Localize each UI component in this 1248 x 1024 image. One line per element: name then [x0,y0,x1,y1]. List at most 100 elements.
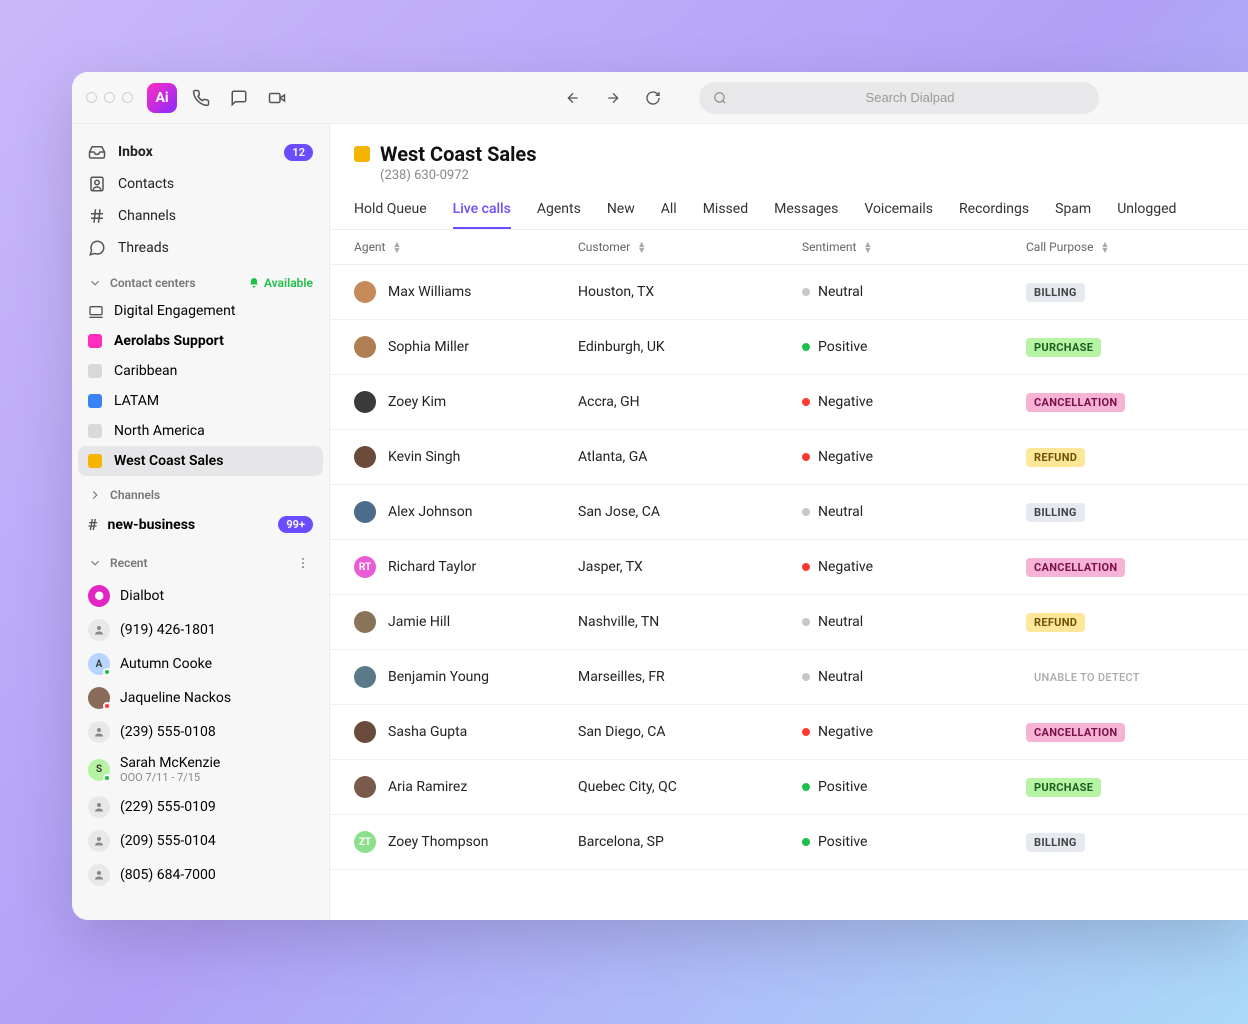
center-label: Aerolabs Support [114,333,224,349]
sentiment-dot [802,508,810,516]
section-channels[interactable]: Channels [78,476,323,508]
sentiment-label: Positive [818,779,867,795]
more-icon[interactable] [293,553,313,573]
presence-dot [103,702,111,710]
avatar: RT [354,556,376,578]
recent-item[interactable]: (919) 426-1801 [78,613,323,647]
section-title: Channels [110,488,160,502]
nav-controls [559,84,667,112]
chat-icon[interactable] [225,84,253,112]
table-row[interactable]: Max Williams Houston, TX Neutral BILLING [330,265,1248,320]
agent-name: Sasha Gupta [388,724,467,740]
section-contact-centers[interactable]: Contact centers Available [78,264,323,296]
video-icon[interactable] [263,84,291,112]
nav-channels[interactable]: Channels [78,200,323,232]
phone-icon[interactable] [187,84,215,112]
customer-location: Edinburgh, UK [578,339,665,355]
section-recent[interactable]: Recent [78,541,323,579]
tab-agents[interactable]: Agents [537,201,581,229]
avatar: S [88,759,110,781]
traffic-max[interactable] [122,92,133,103]
channel-new-business[interactable]: # new-business 99+ [78,508,323,541]
refresh-icon[interactable] [639,84,667,112]
nav-badge: 12 [284,144,313,161]
sentiment-label: Neutral [818,614,863,630]
search-input[interactable] [735,90,1085,105]
sort-icon: ▲▼ [637,242,646,254]
table-row[interactable]: ZT Zoey Thompson Barcelona, SP Positive … [330,815,1248,870]
customer-location: Nashville, TN [578,614,659,630]
recent-item[interactable]: AAutumn Cooke [78,647,323,681]
nav-inbox[interactable]: Inbox12 [78,136,323,168]
center-digital-engagement[interactable]: Digital Engagement [78,296,323,326]
bell-icon [248,277,260,289]
chevron-right-icon [88,488,102,502]
laptop-icon [88,304,102,318]
col-header-agent[interactable]: Agent ▲▼ [354,240,578,254]
recent-item[interactable]: (805) 684-7000 [78,858,323,892]
customer-location: Barcelona, SP [578,834,664,850]
recent-item[interactable]: Dialbot [78,579,323,613]
sentiment-label: Negative [818,394,873,410]
sentiment-dot [802,673,810,681]
center-north-america[interactable]: North America [78,416,323,446]
search-box[interactable] [699,82,1099,114]
customer-location: Jasper, TX [578,559,643,575]
tab-missed[interactable]: Missed [703,201,748,229]
center-west-coast-sales[interactable]: West Coast Sales [78,446,323,476]
presence-dot [103,774,111,782]
agent-name: Zoey Thompson [388,834,489,850]
col-header-purpose[interactable]: Call Purpose ▲▼ [1026,240,1224,254]
center-aerolabs-support[interactable]: Aerolabs Support [78,326,323,356]
recent-item[interactable]: (229) 555-0109 [78,790,323,824]
availability-status[interactable]: Available [248,276,313,290]
tab-new[interactable]: New [607,201,635,229]
sentiment-dot [802,398,810,406]
table-row[interactable]: Sasha Gupta San Diego, CA Negative CANCE… [330,705,1248,760]
nav-contacts[interactable]: Contacts [78,168,323,200]
tab-unlogged[interactable]: Unlogged [1117,201,1176,229]
page-phone: (238) 630-0972 [380,168,1224,183]
table-row[interactable]: Aria Ramirez Quebec City, QC Positive PU… [330,760,1248,815]
tab-spam[interactable]: Spam [1055,201,1091,229]
tab-all[interactable]: All [661,201,677,229]
tab-messages[interactable]: Messages [774,201,838,229]
table-row[interactable]: Sophia Miller Edinburgh, UK Positive PUR… [330,320,1248,375]
agent-name: Zoey Kim [388,394,446,410]
recent-item[interactable]: SSarah McKenzieOOO 7/11 - 7/15 [78,749,323,790]
customer-location: Atlanta, GA [578,449,647,465]
col-header-customer[interactable]: Customer ▲▼ [578,240,802,254]
table-row[interactable]: Alex Johnson San Jose, CA Neutral BILLIN… [330,485,1248,540]
customer-location: Marseilles, FR [578,669,665,685]
recent-item[interactable]: (209) 555-0104 [78,824,323,858]
center-caribbean[interactable]: Caribbean [78,356,323,386]
tab-recordings[interactable]: Recordings [959,201,1029,229]
table-row[interactable]: Kevin Singh Atlanta, GA Negative REFUND [330,430,1248,485]
back-icon[interactable] [559,84,587,112]
avatar [354,666,376,688]
nav-threads[interactable]: Threads [78,232,323,264]
table-row[interactable]: Benjamin Young Marseilles, FR Neutral UN… [330,650,1248,705]
col-header-sentiment[interactable]: Sentiment ▲▼ [802,240,1026,254]
traffic-min[interactable] [104,92,115,103]
recent-item[interactable]: (239) 555-0108 [78,715,323,749]
center-latam[interactable]: LATAM [78,386,323,416]
presence-dot [103,668,111,676]
sentiment-dot [802,343,810,351]
tabs: Hold Queue Live calls Agents New All Missed Me… [330,183,1248,230]
tab-hold-queue[interactable]: Hold Queue [354,201,427,229]
table-row[interactable]: RT Richard Taylor Jasper, TX Negative CA… [330,540,1248,595]
forward-icon[interactable] [599,84,627,112]
customer-location: Houston, TX [578,284,654,300]
tab-voicemails[interactable]: Voicemails [864,201,933,229]
center-label: LATAM [114,393,159,409]
purpose-tag: CANCELLATION [1026,723,1125,742]
traffic-close[interactable] [86,92,97,103]
tab-live-calls[interactable]: Live calls [453,201,511,229]
app-logo[interactable]: Ai [147,83,177,113]
table-row[interactable]: Zoey Kim Accra, GH Negative CANCELLATION [330,375,1248,430]
customer-location: Quebec City, QC [578,779,677,795]
recent-item[interactable]: Jaqueline Nackos [78,681,323,715]
table-row[interactable]: Jamie Hill Nashville, TN Neutral REFUND [330,595,1248,650]
topbar: Ai [72,72,1248,124]
